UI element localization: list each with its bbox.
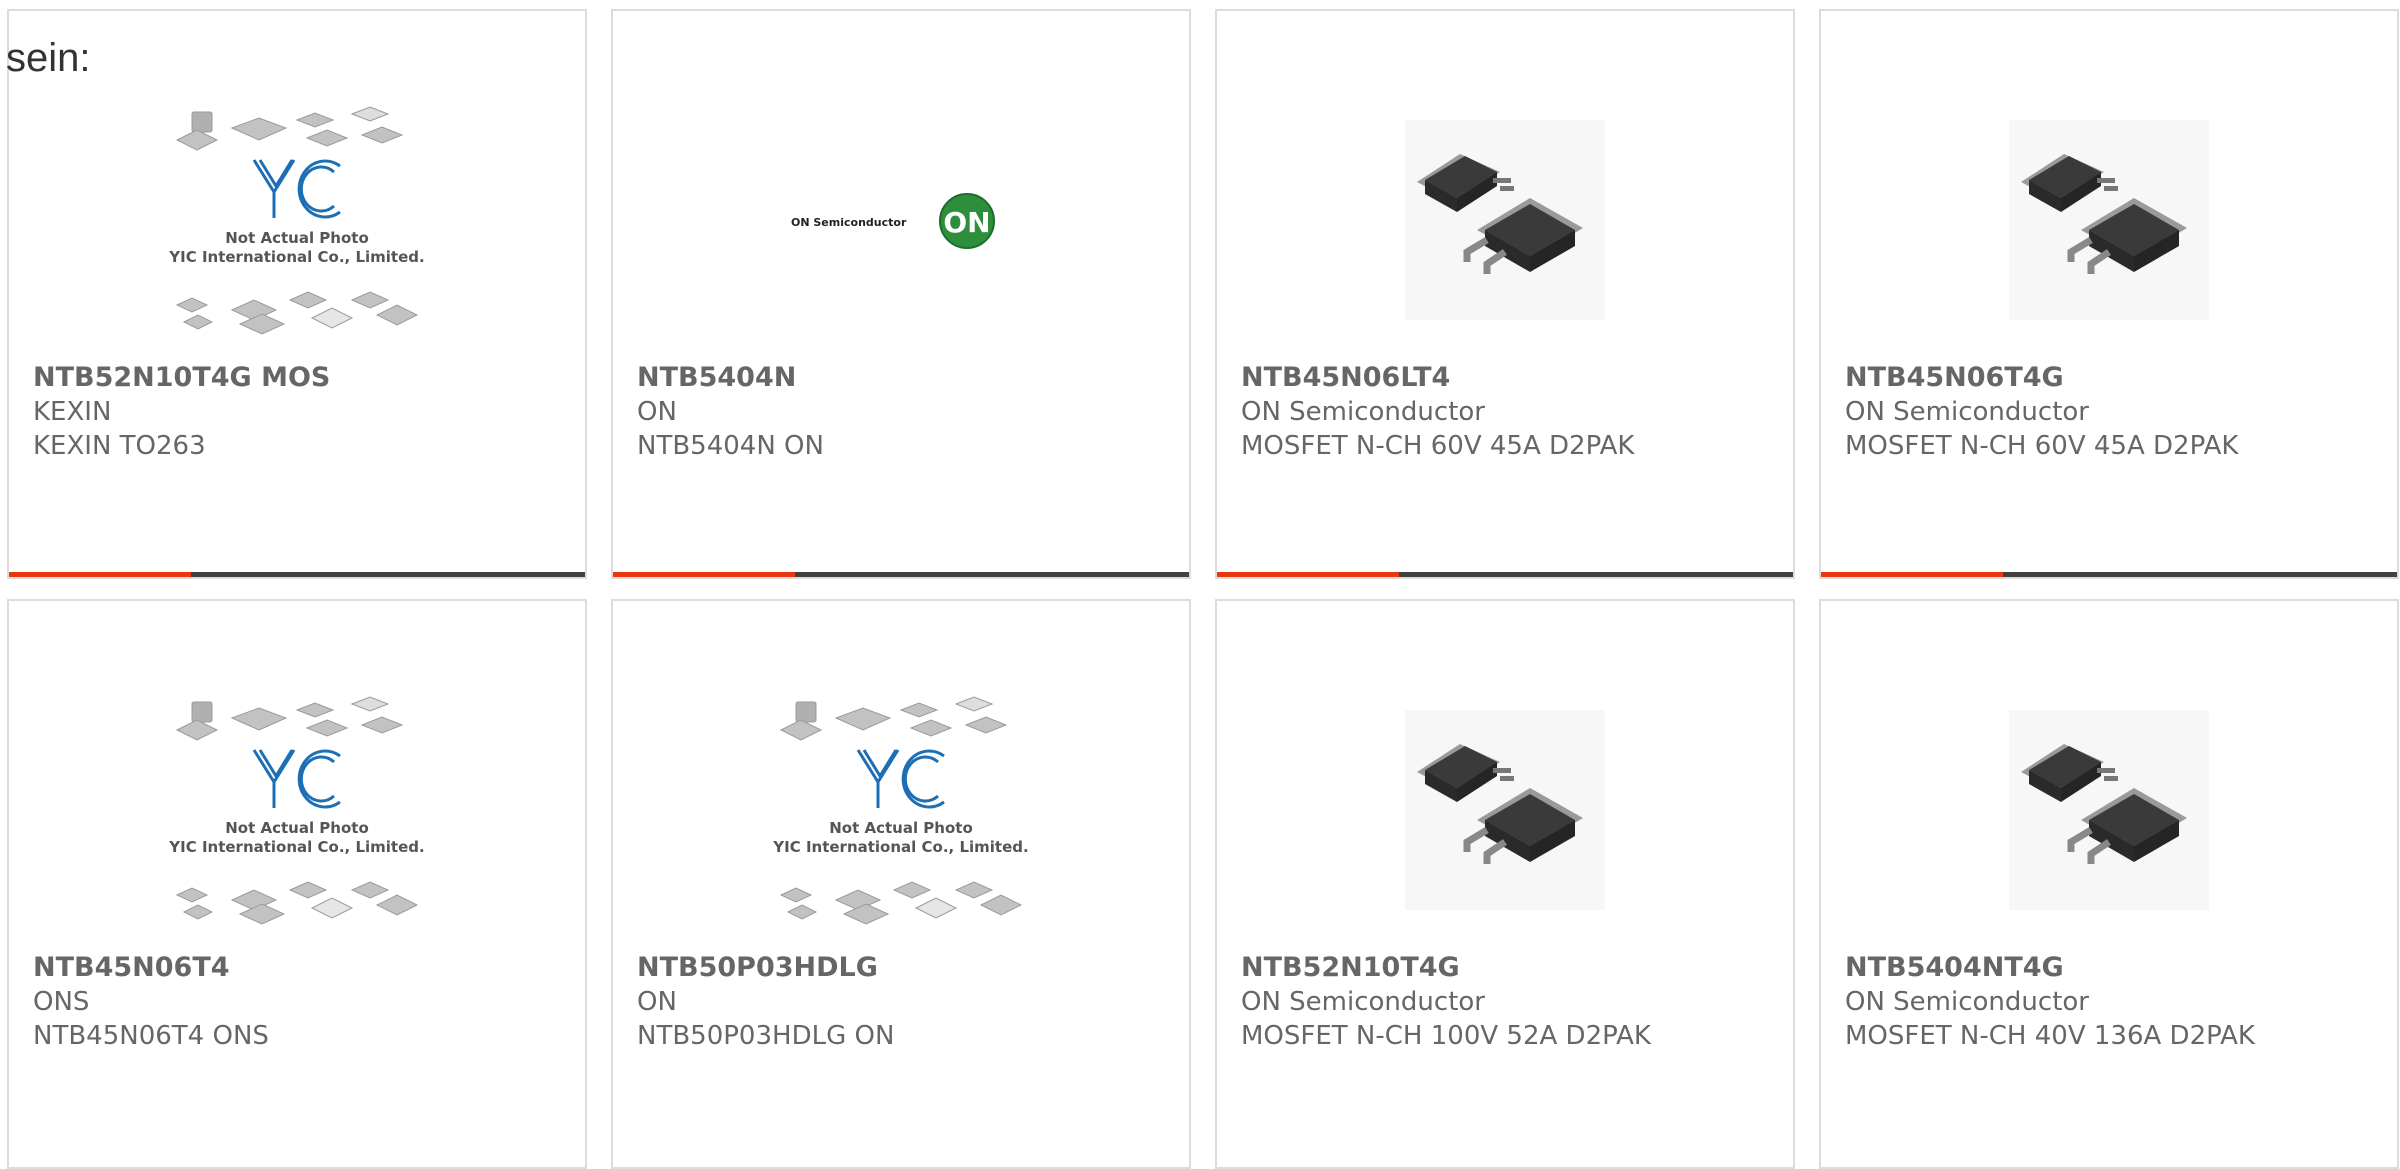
product-name[interactable]: NTB45N06LT4 bbox=[1241, 361, 1783, 395]
product-maker: ON Semiconductor bbox=[1241, 397, 1485, 427]
product-description: MOSFET N-CH 60V 45A D2PAK bbox=[1845, 431, 2239, 461]
on-logo-text: ON Semiconductor bbox=[791, 216, 907, 229]
placeholder-caption-2: YIC International Co., Limited. bbox=[168, 838, 424, 856]
product-card[interactable]: NTB52N10T4G ON Semiconductor MOSFET N-CH… bbox=[1215, 599, 1795, 1169]
d2pak-package-icon bbox=[1217, 679, 1793, 941]
card-accent bbox=[1821, 572, 2003, 577]
product-description: NTB5404N ON bbox=[637, 431, 824, 461]
product-description: MOSFET N-CH 40V 136A D2PAK bbox=[1845, 1021, 2255, 1051]
product-name[interactable]: NTB5404N bbox=[637, 361, 1179, 395]
card-bottom-bar bbox=[9, 572, 585, 577]
product-name[interactable]: NTB52N10T4G MOS bbox=[33, 361, 575, 395]
product-description: MOSFET N-CH 100V 52A D2PAK bbox=[1241, 1021, 1651, 1051]
product-name[interactable]: NTB5404NT4G bbox=[1845, 951, 2387, 985]
yic-placeholder-icon: Not Actual Photo YIC International Co., … bbox=[9, 679, 585, 941]
card-bottom-bar bbox=[613, 572, 1189, 577]
on-logo-badge: ON bbox=[943, 206, 990, 239]
yic-placeholder-icon: Not Actual Photo YIC International Co., … bbox=[613, 679, 1189, 941]
product-grid: Not Actual Photo YIC International Co., … bbox=[0, 0, 2400, 1169]
d2pak-package-icon bbox=[1821, 89, 2397, 351]
product-card[interactable]: ON Semiconductor ON NTB5404N ON NTB5404N… bbox=[611, 9, 1191, 579]
on-semiconductor-logo: ON Semiconductor ON bbox=[613, 89, 1189, 351]
placeholder-caption-2: YIC International Co., Limited. bbox=[772, 838, 1028, 856]
placeholder-caption-2: YIC International Co., Limited. bbox=[168, 248, 424, 266]
product-card[interactable]: Not Actual Photo YIC International Co., … bbox=[7, 599, 587, 1169]
card-bottom-bar bbox=[1821, 572, 2397, 577]
product-card[interactable]: Not Actual Photo YIC International Co., … bbox=[611, 599, 1191, 1169]
placeholder-caption-1: Not Actual Photo bbox=[225, 819, 369, 837]
product-card[interactable]: NTB45N06T4G ON Semiconductor MOSFET N-CH… bbox=[1819, 9, 2399, 579]
product-maker: ON Semiconductor bbox=[1241, 987, 1485, 1017]
placeholder-caption-1: Not Actual Photo bbox=[829, 819, 973, 837]
product-card[interactable]: Not Actual Photo YIC International Co., … bbox=[7, 9, 587, 579]
product-name[interactable]: NTB50P03HDLG bbox=[637, 951, 1179, 985]
card-accent bbox=[613, 572, 795, 577]
card-accent bbox=[1217, 572, 1399, 577]
d2pak-package-icon bbox=[1821, 679, 2397, 941]
product-description: MOSFET N-CH 60V 45A D2PAK bbox=[1241, 431, 1635, 461]
d2pak-package-icon bbox=[1217, 89, 1793, 351]
product-maker: ON Semiconductor bbox=[1845, 987, 2089, 1017]
card-accent bbox=[9, 572, 191, 577]
product-card[interactable]: NTB5404NT4G ON Semiconductor MOSFET N-CH… bbox=[1819, 599, 2399, 1169]
product-name[interactable]: NTB52N10T4G bbox=[1241, 951, 1783, 985]
placeholder-caption-1: Not Actual Photo bbox=[225, 229, 369, 247]
product-maker: ON bbox=[637, 397, 677, 427]
product-description: NTB45N06T4 ONS bbox=[33, 1021, 269, 1051]
product-card[interactable]: NTB45N06LT4 ON Semiconductor MOSFET N-CH… bbox=[1215, 9, 1795, 579]
yic-placeholder-icon: Not Actual Photo YIC International Co., … bbox=[9, 89, 585, 351]
product-name[interactable]: NTB45N06T4 bbox=[33, 951, 575, 985]
product-name[interactable]: NTB45N06T4G bbox=[1845, 361, 2387, 395]
product-maker: ONS bbox=[33, 987, 90, 1017]
product-maker: KEXIN bbox=[33, 397, 112, 427]
product-maker: ON Semiconductor bbox=[1845, 397, 2089, 427]
product-description: NTB50P03HDLG ON bbox=[637, 1021, 895, 1051]
product-maker: ON bbox=[637, 987, 677, 1017]
intro-text: sein: bbox=[6, 36, 91, 80]
product-description: KEXIN TO263 bbox=[33, 431, 206, 461]
card-bottom-bar bbox=[1217, 572, 1793, 577]
